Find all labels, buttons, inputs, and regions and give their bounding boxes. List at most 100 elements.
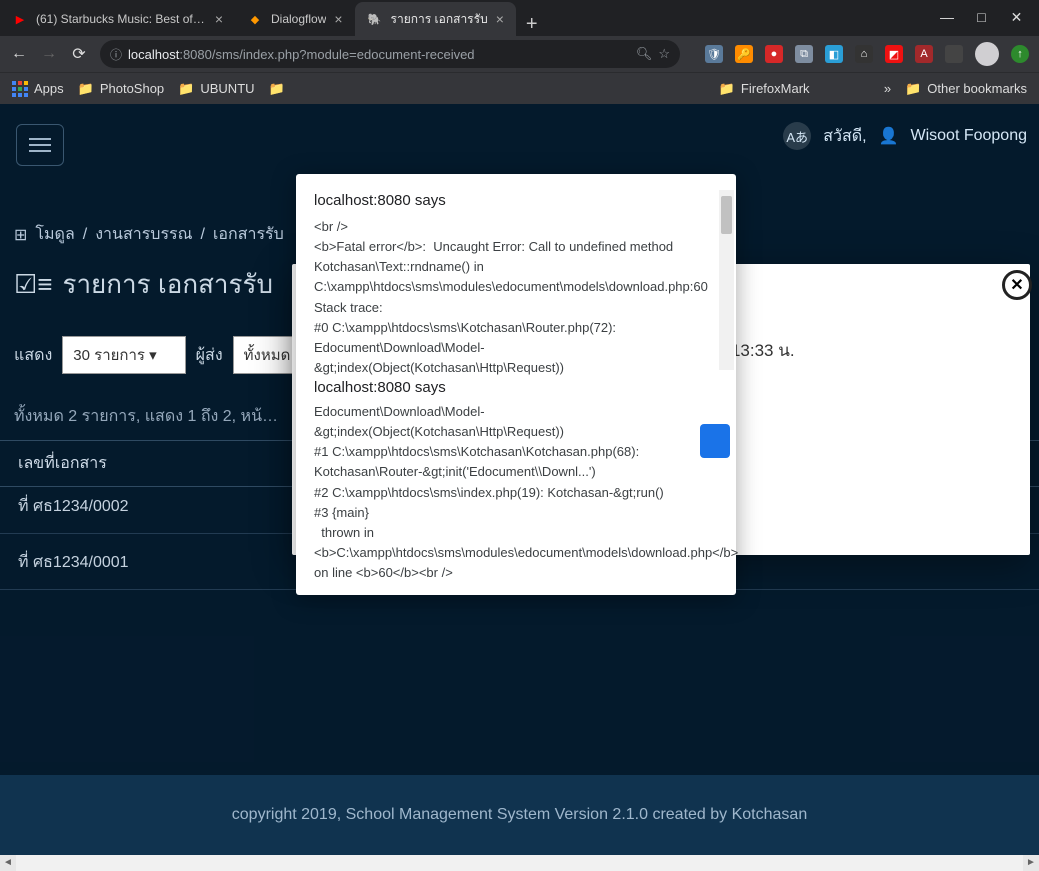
bookmark-item[interactable]: 📁 PhotoShop [78, 81, 165, 97]
ext-icon[interactable]: ↑ [1011, 45, 1029, 63]
page-size-select[interactable]: 30 รายการ ▾ [62, 336, 185, 374]
reload-icon[interactable]: ⟳ [70, 44, 88, 64]
window-controls: — □ ✕ [940, 9, 1039, 36]
youtube-icon: ▶ [12, 11, 28, 27]
horizontal-scrollbar[interactable]: ◄ ► [0, 855, 1039, 871]
breadcrumb-item[interactable]: เอกสารรับ [213, 222, 284, 247]
extension-icons: 🛡 🔑 ● ⧉ ◧ ⌂ ◩ A ↑ [705, 42, 1029, 66]
user-icon: 👤 [879, 126, 899, 146]
bookmark-item[interactable]: 📁 FirefoxMark [719, 81, 810, 97]
star-icon[interactable]: ☆ [658, 46, 670, 62]
folder-icon: 📁 [905, 81, 921, 97]
close-icon[interactable]: × [334, 11, 342, 27]
ext-icon[interactable]: ⧉ [795, 45, 813, 63]
apps-icon [12, 81, 28, 97]
modal-close-button[interactable]: ✕ [1002, 270, 1032, 300]
page-title-text: รายการ เอกสารรับ [62, 264, 272, 305]
ext-icon[interactable]: 🔑 [735, 45, 753, 63]
folder-icon: 📁 [719, 81, 735, 97]
scroll-left-icon[interactable]: ◄ [0, 855, 16, 871]
ext-icon[interactable]: A [915, 45, 933, 63]
forward-icon[interactable]: → [40, 45, 58, 63]
filter-sender-label: ผู้ส่ง [196, 343, 223, 368]
tab-title: รายการ เอกสารรับ [391, 10, 488, 29]
browser-titlebar: ▶ (61) Starbucks Music: Best of Sta… × ◆… [0, 0, 1039, 36]
ext-icon[interactable]: ● [765, 45, 783, 63]
url-text: localhost:8080/sms/index.php?module=edoc… [128, 47, 630, 62]
breadcrumb-item[interactable]: โมดูล [35, 222, 74, 247]
browser-toolbar: ← → ⟳ ⓘ localhost:8080/sms/index.php?mod… [0, 36, 1039, 72]
apps-label: Apps [34, 81, 64, 96]
select-value: 30 รายการ [73, 347, 145, 364]
browser-tab[interactable]: ◆ Dialogflow × [235, 2, 355, 36]
cell-docno: ที่ ศธ1234/0001 [18, 554, 129, 571]
ext-icon[interactable] [945, 45, 963, 63]
bookmarks-bar: Apps 📁 PhotoShop 📁 UBUNTU 📁 📁 FirefoxMark »… [0, 72, 1039, 104]
apps-button[interactable]: Apps [12, 81, 64, 97]
dialogflow-icon: ◆ [247, 11, 263, 27]
scroll-right-icon[interactable]: ► [1023, 855, 1039, 871]
alert-message: Edocument\Download\Model-&gt;index(Objec… [296, 402, 736, 595]
profile-avatar[interactable] [975, 42, 999, 66]
alert-message: <br /> <b>Fatal error</b>: Uncaught Erro… [296, 217, 736, 377]
alert-origin: localhost:8080 says [296, 174, 736, 217]
js-alert-dialog: localhost:8080 says <br /> <b>Fatal erro… [296, 174, 736, 595]
maximize-icon[interactable]: □ [975, 9, 988, 26]
ext-icon[interactable]: 🛡 [705, 45, 723, 63]
ext-icon[interactable]: ◩ [885, 45, 903, 63]
bookmark-label: UBUNTU [200, 81, 254, 96]
checklist-icon: ☑≡ [14, 269, 52, 300]
select-value: ทั้งหมด [244, 347, 291, 364]
page-footer: copyright 2019, School Management System… [0, 775, 1039, 855]
ext-icon[interactable]: ◧ [825, 45, 843, 63]
tab-title: Dialogflow [271, 12, 326, 26]
alert-ok-button[interactable] [700, 424, 730, 458]
filter-show-label: แสดง [14, 343, 52, 368]
breadcrumb-item[interactable]: งานสารบรรณ [95, 222, 192, 247]
bookmark-label: Other bookmarks [927, 81, 1027, 96]
menu-toggle-button[interactable] [16, 124, 64, 166]
bookmark-item[interactable]: 📁 UBUNTU [178, 81, 254, 97]
ext-icon[interactable]: ⌂ [855, 45, 873, 63]
scrollbar-thumb[interactable] [721, 196, 732, 234]
breadcrumb: ⊞ โมดูล / งานสารบรรณ / เอกสารรับ [14, 222, 284, 247]
greeting-text: สวัสดี, [823, 124, 866, 149]
alert-origin: localhost:8080 says [296, 377, 736, 402]
bookmark-item[interactable]: 📁 [269, 81, 285, 97]
close-icon[interactable]: × [496, 11, 504, 27]
alert-text: Edocument\Download\Model-&gt;index(Objec… [314, 402, 718, 583]
close-window-icon[interactable]: ✕ [1010, 9, 1023, 26]
other-bookmarks[interactable]: 📁 Other bookmarks [905, 81, 1027, 97]
browser-tab[interactable]: ▶ (61) Starbucks Music: Best of Sta… × [0, 2, 235, 36]
translate-icon[interactable]: Aあ [783, 122, 811, 150]
module-icon: ⊞ [14, 225, 27, 245]
back-icon[interactable]: ← [10, 45, 28, 63]
minimize-icon[interactable]: — [940, 9, 953, 26]
page-content: Aあ สวัสดี, 👤 Wisoot Foopong ⊞ โมดูล / งา… [0, 104, 1039, 855]
folder-icon: 📁 [269, 81, 285, 97]
url-path: :8080/sms/index.php?module=edocument-rec… [179, 47, 474, 62]
filter-row: แสดง 30 รายการ ▾ ผู้ส่ง ทั้งหมด [14, 336, 319, 374]
new-tab-button[interactable]: + [516, 13, 548, 36]
footer-text: copyright 2019, School Management System… [232, 806, 807, 824]
close-icon[interactable]: × [215, 11, 223, 27]
folder-icon: 📁 [178, 81, 194, 97]
page-title: ☑≡ รายการ เอกสารรับ [14, 264, 273, 305]
result-summary: ทั้งหมด 2 รายการ, แสดง 1 ถึง 2, หน้… [14, 404, 278, 429]
folder-icon: 📁 [78, 81, 94, 97]
scrollbar-track[interactable] [16, 855, 1023, 871]
alert-text: <br /> <b>Fatal error</b>: Uncaught Erro… [314, 217, 718, 377]
url-bar[interactable]: ⓘ localhost:8080/sms/index.php?module=ed… [100, 40, 680, 68]
bookmark-label: PhotoShop [100, 81, 164, 96]
tab-title: (61) Starbucks Music: Best of Sta… [36, 12, 207, 26]
elephant-icon: 🐘 [367, 11, 383, 27]
user-name[interactable]: Wisoot Foopong [910, 127, 1027, 145]
bookmark-overflow[interactable]: » [884, 81, 891, 96]
browser-tab-active[interactable]: 🐘 รายการ เอกสารรับ × [355, 2, 516, 36]
column-header: เลขที่เอกสาร [18, 451, 107, 476]
header-right: Aあ สวัสดี, 👤 Wisoot Foopong [783, 122, 1027, 150]
search-icon[interactable]: 🔍︎ [636, 46, 653, 62]
bookmark-label: FirefoxMark [741, 81, 810, 96]
alert-scrollbar[interactable] [719, 190, 734, 370]
info-icon[interactable]: ⓘ [110, 46, 122, 63]
